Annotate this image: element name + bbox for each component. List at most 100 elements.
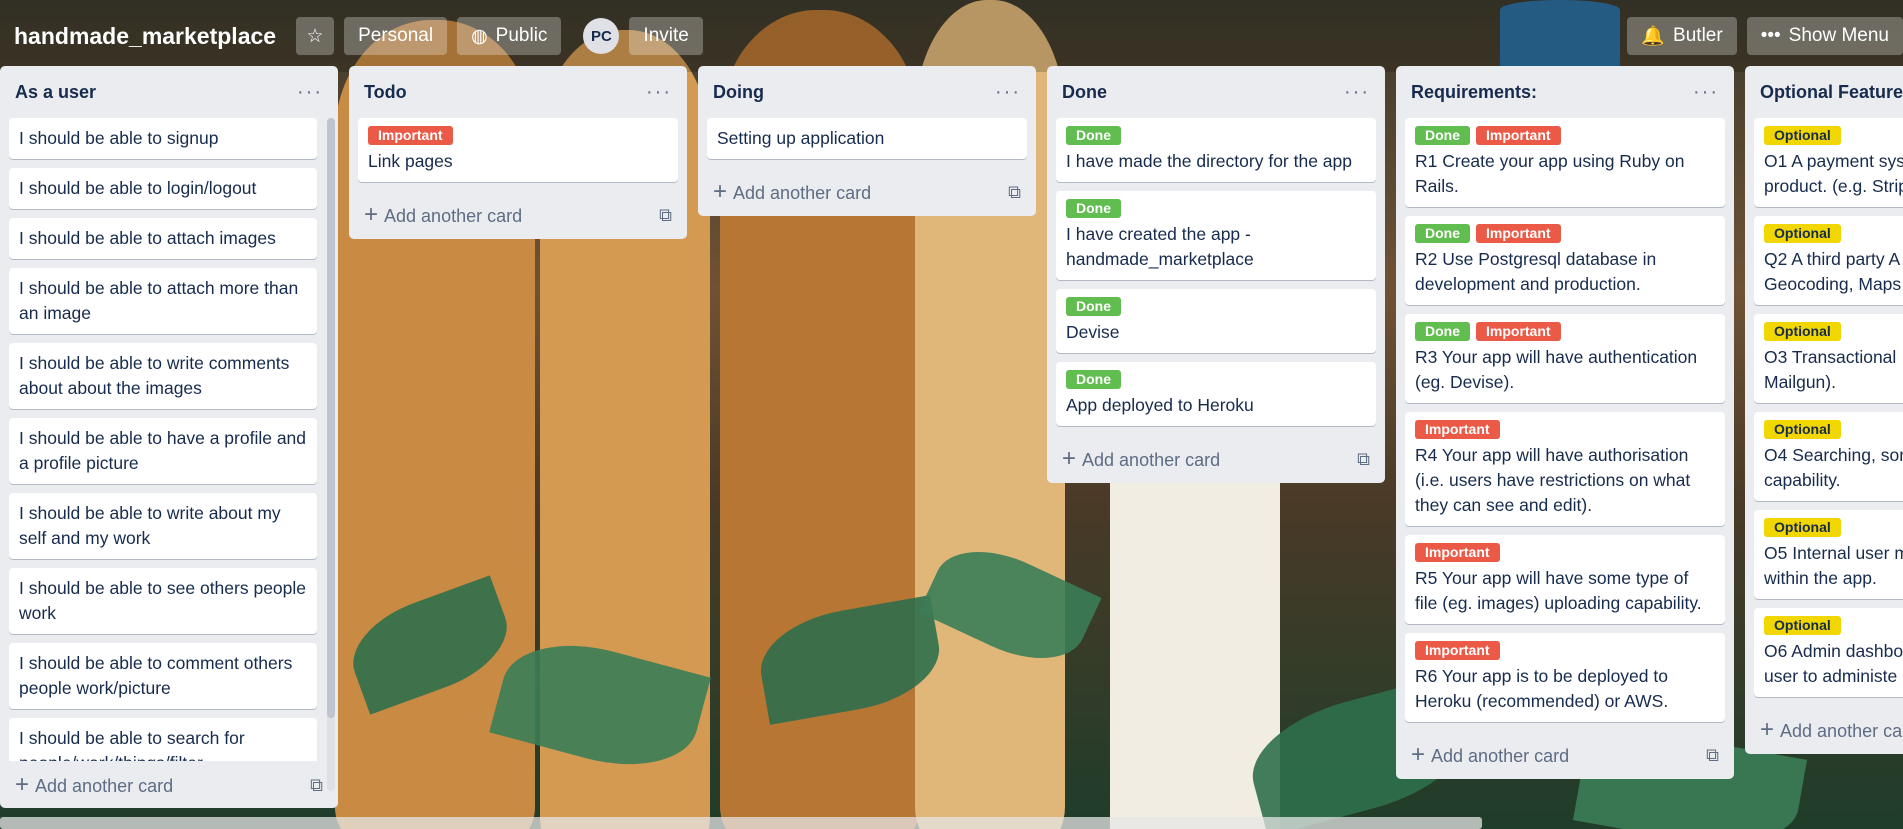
add-card-button[interactable]: + Add another card ⧉ [1405,731,1725,779]
card[interactable]: Done App deployed to Heroku [1056,362,1376,426]
card-text: I should be able to comment others peopl… [19,653,293,698]
add-card-button[interactable]: + Add another card ⧉ [1056,435,1376,483]
label-done: Done [1066,297,1121,316]
label-important: Important [1415,543,1500,562]
card[interactable]: Done I have made the directory for the a… [1056,118,1376,182]
list-scrollbar-thumb[interactable] [327,118,335,718]
label-optional: Optional [1764,224,1841,243]
label-important: Important [1476,126,1561,145]
card[interactable]: I should be able to attach images [9,218,317,259]
add-card-button[interactable]: +Add another card [1754,706,1903,754]
label-done: Done [1066,199,1121,218]
show-menu-label: Show Menu [1788,25,1889,46]
add-card-button[interactable]: + Add another card ⧉ [358,191,678,239]
list-todo: Todo ··· Important Link pages + Add anoth… [349,66,687,239]
card[interactable]: I should be able to write about my self … [9,493,317,559]
card[interactable]: Optional O1 A payment sys product. (e.g.… [1754,118,1903,207]
label-done: Done [1415,126,1470,145]
card[interactable]: Setting up application [707,118,1027,159]
card[interactable]: Important R4 Your app will have authoris… [1405,412,1725,526]
butler-label: Butler [1673,25,1723,46]
card[interactable]: Important R6 Your app is to be deployed … [1405,633,1725,722]
card-template-icon[interactable]: ⧉ [659,205,672,226]
card[interactable]: I should be able to signup [9,118,317,159]
card-text: I should be able to attach images [19,228,276,248]
card-text: R1 Create your app using Ruby on Rails. [1415,151,1685,196]
card[interactable]: Optional Q2 A third party A Geocoding, M… [1754,216,1903,305]
label-important: Important [1476,224,1561,243]
card[interactable]: I should be able to login/logout [9,168,317,209]
list-title[interactable]: Requirements: [1411,82,1537,103]
plus-icon: + [364,201,379,228]
label-important: Important [1415,420,1500,439]
card[interactable]: I should be able to search for people/wo… [9,718,317,761]
card[interactable]: Done Important R3 Your app will have auth… [1405,314,1725,403]
card[interactable]: Done Devise [1056,289,1376,353]
board-horizontal-scrollbar[interactable] [0,817,1482,829]
public-button[interactable]: ◍ Public [457,17,562,55]
list-title[interactable]: Optional Feature [1760,82,1903,103]
list-menu-icon[interactable]: ··· [1344,81,1370,104]
label-done: Done [1066,370,1121,389]
card[interactable]: Optional O4 Searching, sor capability. [1754,412,1903,501]
butler-icon: 🔔 [1641,26,1666,47]
label-done: Done [1415,322,1470,341]
card[interactable]: Done I have created the app - handmade_m… [1056,191,1376,280]
list-title[interactable]: Done [1062,82,1107,103]
card-text: R2 Use Postgresql database in developmen… [1415,249,1657,294]
list-title[interactable]: As a user [15,82,96,103]
list-title[interactable]: Doing [713,82,764,103]
list-menu-icon[interactable]: ··· [297,81,323,104]
card-template-icon[interactable]: ⧉ [1357,449,1370,470]
card[interactable]: Done Important R1 Create your app using R… [1405,118,1725,207]
list-menu-icon[interactable]: ··· [995,81,1021,104]
list-menu-icon[interactable]: ··· [1693,81,1719,104]
card[interactable]: Important R5 Your app will have some typ… [1405,535,1725,624]
card[interactable]: Optional O5 Internal user m within the a… [1754,510,1903,599]
show-menu-button[interactable]: ••• Show Menu [1746,17,1903,55]
invite-button[interactable]: Invite [629,17,703,55]
label-optional: Optional [1764,518,1841,537]
add-card-button[interactable]: + Add another card ⧉ [9,761,329,808]
list-as-a-user: As a user ··· I should be able to signup… [0,66,338,808]
avatar[interactable]: PC [583,18,620,54]
card-text: Devise [1066,322,1120,342]
card-text: Link pages [368,151,453,171]
public-label: Public [495,25,548,46]
card-text: Setting up application [717,128,885,148]
board-title[interactable]: handmade_marketplace [14,23,276,50]
card-text: O6 Admin dashbo user to administe [1764,641,1903,686]
card[interactable]: Important Link pages [358,118,678,182]
globe-icon: ◍ [471,25,488,47]
card[interactable]: I should be able to comment others peopl… [9,643,317,709]
card[interactable]: I should be able to attach more than an … [9,268,317,334]
list-menu-icon[interactable]: ··· [646,81,672,104]
card[interactable]: Done Important R2 Use Postgresql database… [1405,216,1725,305]
card-text: I have made the directory for the app [1066,151,1352,171]
plus-icon: + [1062,445,1077,472]
label-done: Done [1415,224,1470,243]
card[interactable]: I should be able to have a profile and a… [9,418,317,484]
card[interactable]: I should be able to write comments about… [9,343,317,409]
add-card-button[interactable]: + Add another card ⧉ [707,168,1027,216]
card-text: O5 Internal user m within the app. [1764,543,1903,588]
card[interactable]: Optional O6 Admin dashbo user to adminis… [1754,608,1903,697]
label-optional: Optional [1764,126,1841,145]
card[interactable]: Optional O3 Transactional Mailgun). [1754,314,1903,403]
card-template-icon[interactable]: ⧉ [1008,182,1021,203]
card-text: I should be able to signup [19,128,219,148]
personal-button[interactable]: Personal [344,17,448,55]
butler-button[interactable]: 🔔 Butler [1627,17,1737,55]
card-template-icon[interactable]: ⧉ [1706,745,1719,766]
label-optional: Optional [1764,420,1841,439]
list-title[interactable]: Todo [364,82,407,103]
card-text: App deployed to Heroku [1066,395,1254,415]
label-optional: Optional [1764,322,1841,341]
add-card-label: Add another card [1431,746,1570,766]
card-text: I should be able to search for people/wo… [19,728,245,761]
plus-icon: + [1411,741,1426,768]
star-button[interactable]: ☆ [296,17,335,55]
card[interactable]: I should be able to see others people wo… [9,568,317,634]
card-text: O3 Transactional Mailgun). [1764,347,1897,392]
card-template-icon[interactable]: ⧉ [310,775,323,796]
